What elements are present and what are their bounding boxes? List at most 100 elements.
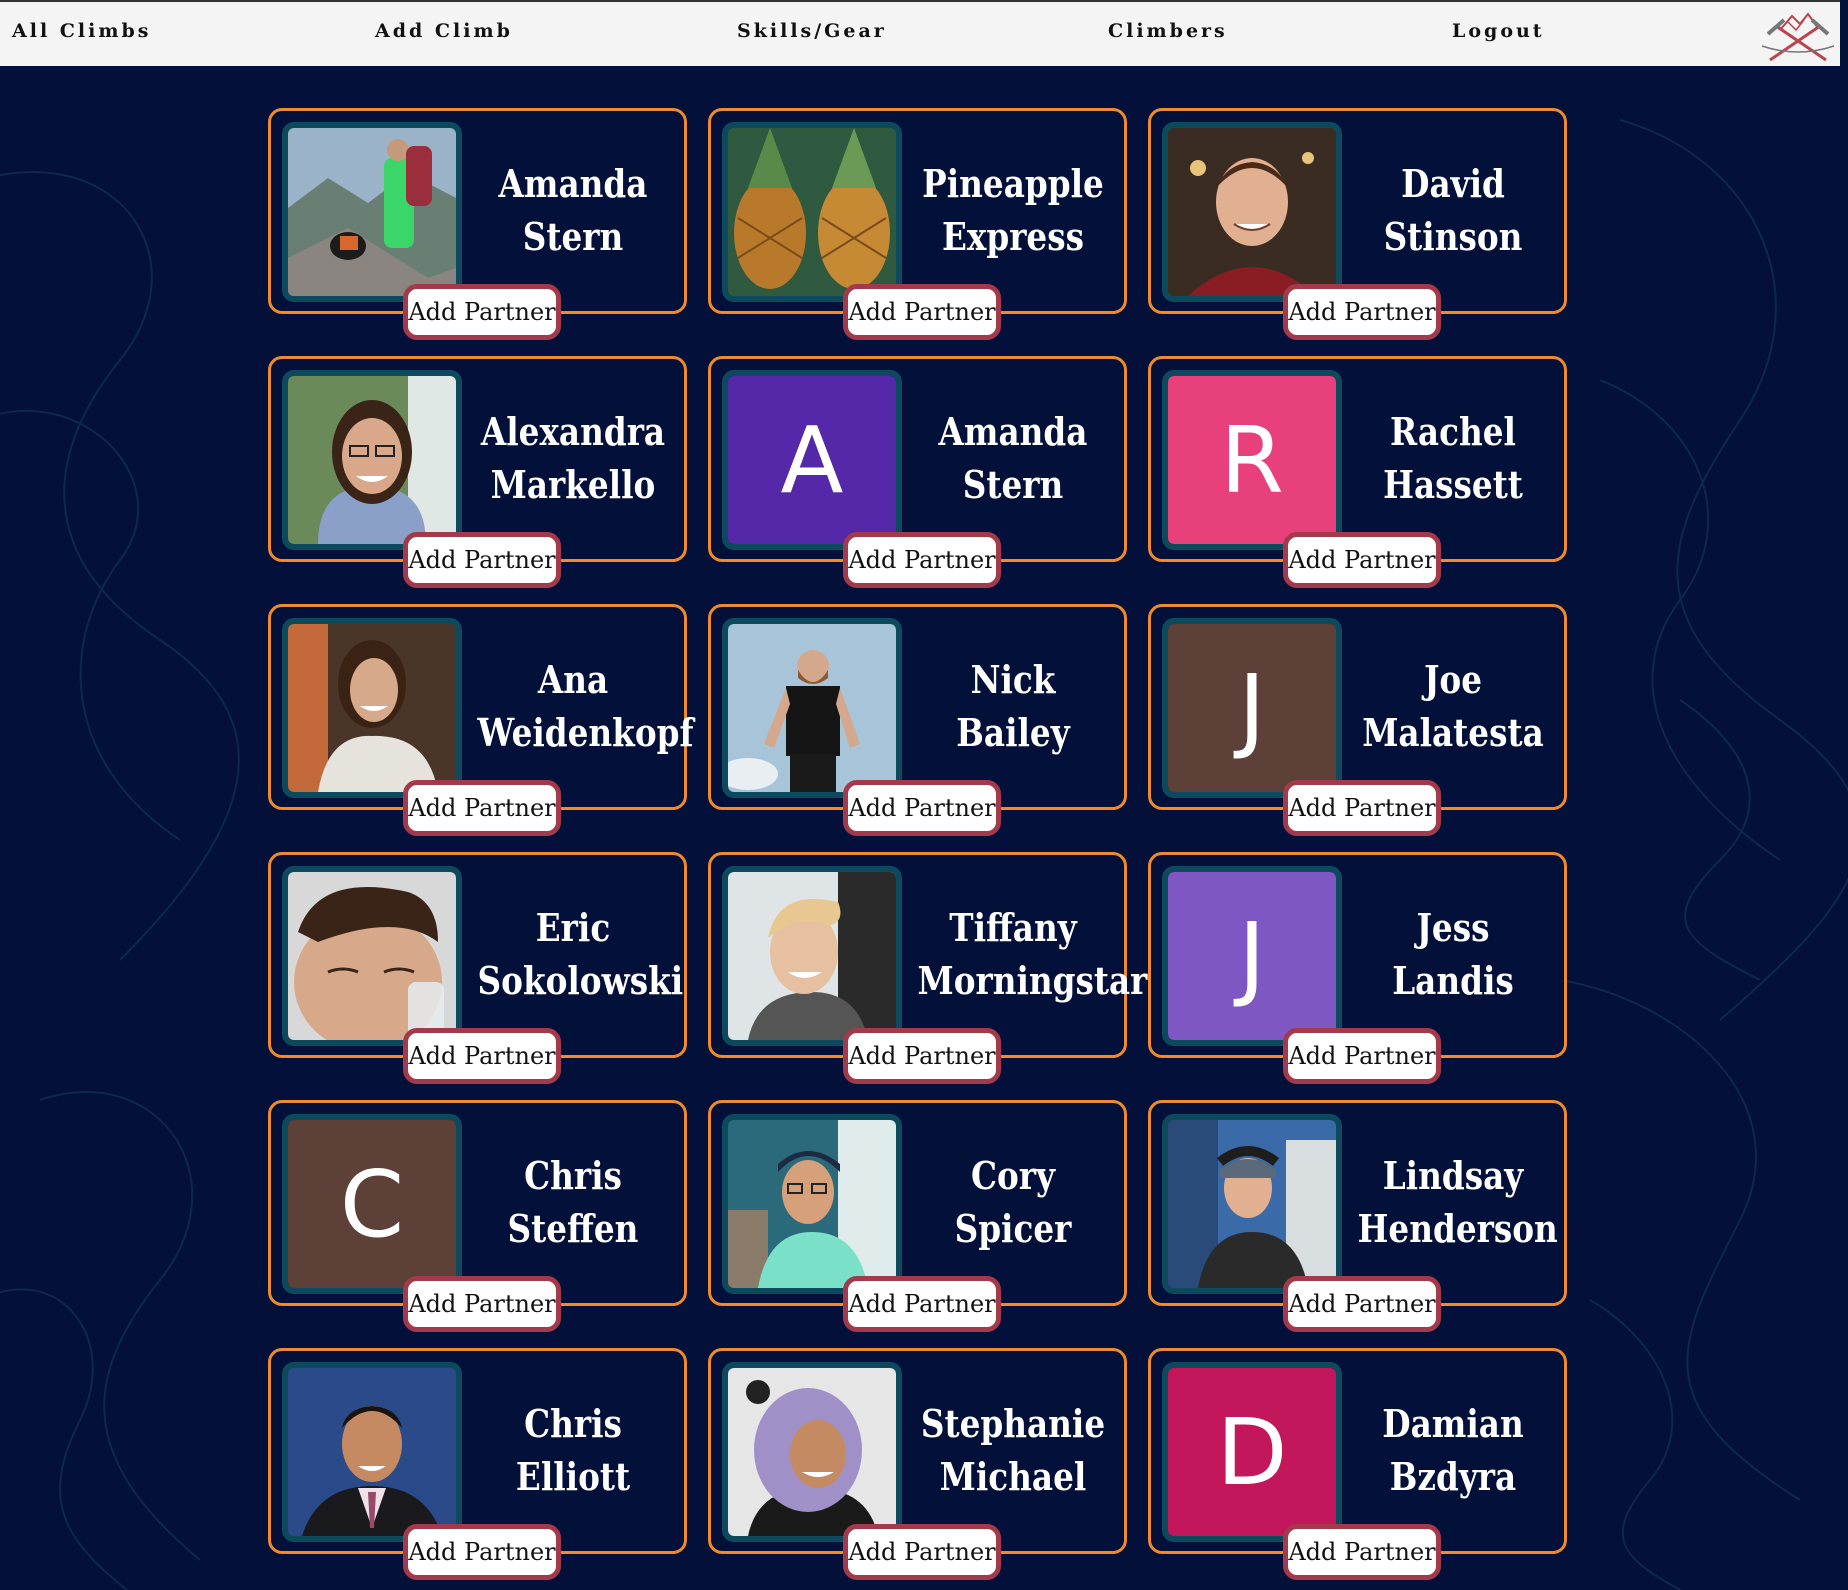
- climber-name: Damian Bzdyra: [1358, 1397, 1549, 1503]
- add-partner-button[interactable]: Add Partner: [843, 780, 1001, 836]
- avatar-photo: [288, 872, 456, 1040]
- climber-card: Lindsay Henderson Add Partner: [1148, 1100, 1567, 1332]
- climber-name: Chris Elliott: [478, 1397, 669, 1503]
- climber-last-name: Express: [941, 214, 1085, 259]
- climber-card: Tiffany Morningstar Add Partner: [708, 852, 1147, 1084]
- nav-climbers[interactable]: Climbers: [1108, 20, 1228, 42]
- nav-skills-gear[interactable]: Skills/Gear: [737, 20, 887, 42]
- climber-name: David Stinson: [1358, 157, 1549, 263]
- climber-first-name: Chris: [524, 1153, 622, 1198]
- climber-first-name: Joe: [1423, 657, 1483, 702]
- avatar: [722, 1362, 902, 1542]
- climber-name: Cory Spicer: [918, 1149, 1109, 1255]
- nav-all-climbs[interactable]: All Climbs: [12, 20, 151, 42]
- climber-last-name: Weidenkopf: [477, 710, 694, 755]
- climber-card: Amanda Stern Add Partner: [268, 108, 687, 340]
- avatar-photo: [1168, 128, 1336, 296]
- nav-add-climb[interactable]: Add Climb: [375, 20, 513, 42]
- add-partner-button[interactable]: Add Partner: [403, 284, 561, 340]
- climber-first-name: Alexandra: [480, 409, 666, 454]
- avatar: J: [1162, 618, 1342, 798]
- climber-name: Stephanie Michael: [918, 1397, 1109, 1503]
- climber-name: Amanda Stern: [478, 157, 669, 263]
- climber-card: Alexandra Markello Add Partner: [268, 356, 687, 588]
- avatar-initial: C: [288, 1120, 456, 1288]
- avatar: [282, 1362, 462, 1542]
- add-partner-button[interactable]: Add Partner: [843, 1028, 1001, 1084]
- climber-name: Ana Weidenkopf: [477, 653, 694, 759]
- avatar-initial: J: [1168, 872, 1336, 1040]
- climber-last-name: Malatesta: [1362, 710, 1544, 755]
- climber-first-name: Amanda: [498, 161, 648, 206]
- add-partner-button[interactable]: Add Partner: [1283, 1276, 1441, 1332]
- climber-card: J Jess Landis Add Partner: [1148, 852, 1567, 1084]
- add-partner-button[interactable]: Add Partner: [1283, 780, 1441, 836]
- avatar-photo: [288, 624, 456, 792]
- avatar: D: [1162, 1362, 1342, 1542]
- climber-card: Ana Weidenkopf Add Partner: [268, 604, 694, 836]
- add-partner-button[interactable]: Add Partner: [403, 780, 561, 836]
- add-partner-button[interactable]: Add Partner: [403, 532, 561, 588]
- avatar: [722, 866, 902, 1046]
- climber-card: David Stinson Add Partner: [1148, 108, 1567, 340]
- climber-first-name: Tiffany: [949, 905, 1077, 950]
- avatar: [722, 1114, 902, 1294]
- avatar: A: [722, 370, 902, 550]
- climber-first-name: Eric: [535, 905, 611, 950]
- climber-last-name: Stinson: [1383, 214, 1523, 259]
- climber-first-name: Ana: [537, 657, 609, 702]
- climber-name: Rachel Hassett: [1358, 405, 1549, 511]
- climber-name: Jess Landis: [1358, 901, 1549, 1007]
- climber-card: R Rachel Hassett Add Partner: [1148, 356, 1567, 588]
- climber-card: Pineapple Express Add Partner: [708, 108, 1127, 340]
- add-partner-button[interactable]: Add Partner: [843, 284, 1001, 340]
- add-partner-button[interactable]: Add Partner: [1283, 1028, 1441, 1084]
- ice-axe-logo-icon[interactable]: [1758, 8, 1838, 64]
- add-partner-button[interactable]: Add Partner: [403, 1276, 561, 1332]
- add-partner-button[interactable]: Add Partner: [843, 532, 1001, 588]
- climber-card: Nick Bailey Add Partner: [708, 604, 1127, 836]
- add-partner-button[interactable]: Add Partner: [1283, 1524, 1441, 1580]
- avatar-photo: [288, 128, 456, 296]
- add-partner-button[interactable]: Add Partner: [403, 1524, 561, 1580]
- climber-card: A Amanda Stern Add Partner: [708, 356, 1127, 588]
- climber-card: Eric Sokolowski Add Partner: [268, 852, 687, 1084]
- add-partner-button[interactable]: Add Partner: [843, 1276, 1001, 1332]
- avatar: R: [1162, 370, 1342, 550]
- climber-card: Stephanie Michael Add Partner: [708, 1348, 1127, 1580]
- avatar-photo: [728, 1368, 896, 1536]
- climber-first-name: Rachel: [1390, 409, 1516, 454]
- add-partner-button[interactable]: Add Partner: [843, 1524, 1001, 1580]
- avatar-photo: [728, 624, 896, 792]
- top-navbar: All Climbs Add Climb Skills/Gear Climber…: [0, 0, 1840, 66]
- climber-card: D Damian Bzdyra Add Partner: [1148, 1348, 1567, 1580]
- climbers-grid: Amanda Stern Add Partner Pineapple Express Ad…: [268, 108, 1567, 1580]
- climber-card: Chris Elliott Add Partner: [268, 1348, 687, 1580]
- climber-card: Cory Spicer Add Partner: [708, 1100, 1127, 1332]
- climber-last-name: Markello: [490, 462, 656, 507]
- avatar-photo: [288, 376, 456, 544]
- add-partner-button[interactable]: Add Partner: [1283, 284, 1441, 340]
- avatar-initial: J: [1168, 624, 1336, 792]
- nav-logout[interactable]: Logout: [1452, 20, 1545, 42]
- climber-last-name: Spicer: [954, 1206, 1072, 1251]
- climber-last-name: Hassett: [1383, 462, 1523, 507]
- add-partner-button[interactable]: Add Partner: [403, 1028, 561, 1084]
- add-partner-button[interactable]: Add Partner: [1283, 532, 1441, 588]
- climber-card: J Joe Malatesta Add Partner: [1148, 604, 1567, 836]
- climber-first-name: Damian: [1382, 1401, 1524, 1446]
- avatar: [282, 370, 462, 550]
- climber-last-name: Henderson: [1357, 1206, 1558, 1251]
- avatar-photo: [728, 1120, 896, 1288]
- avatar: [282, 866, 462, 1046]
- climber-last-name: Stern: [522, 214, 624, 259]
- avatar-photo: [288, 1368, 456, 1536]
- avatar-photo: [728, 872, 896, 1040]
- climber-first-name: David: [1401, 161, 1505, 206]
- avatar: [282, 618, 462, 798]
- avatar-photo: [1168, 1120, 1336, 1288]
- avatar: C: [282, 1114, 462, 1294]
- climber-last-name: Sokolowski: [477, 958, 684, 1003]
- climber-first-name: Stephanie: [920, 1401, 1106, 1446]
- climber-name: Lindsay Henderson: [1357, 1149, 1558, 1255]
